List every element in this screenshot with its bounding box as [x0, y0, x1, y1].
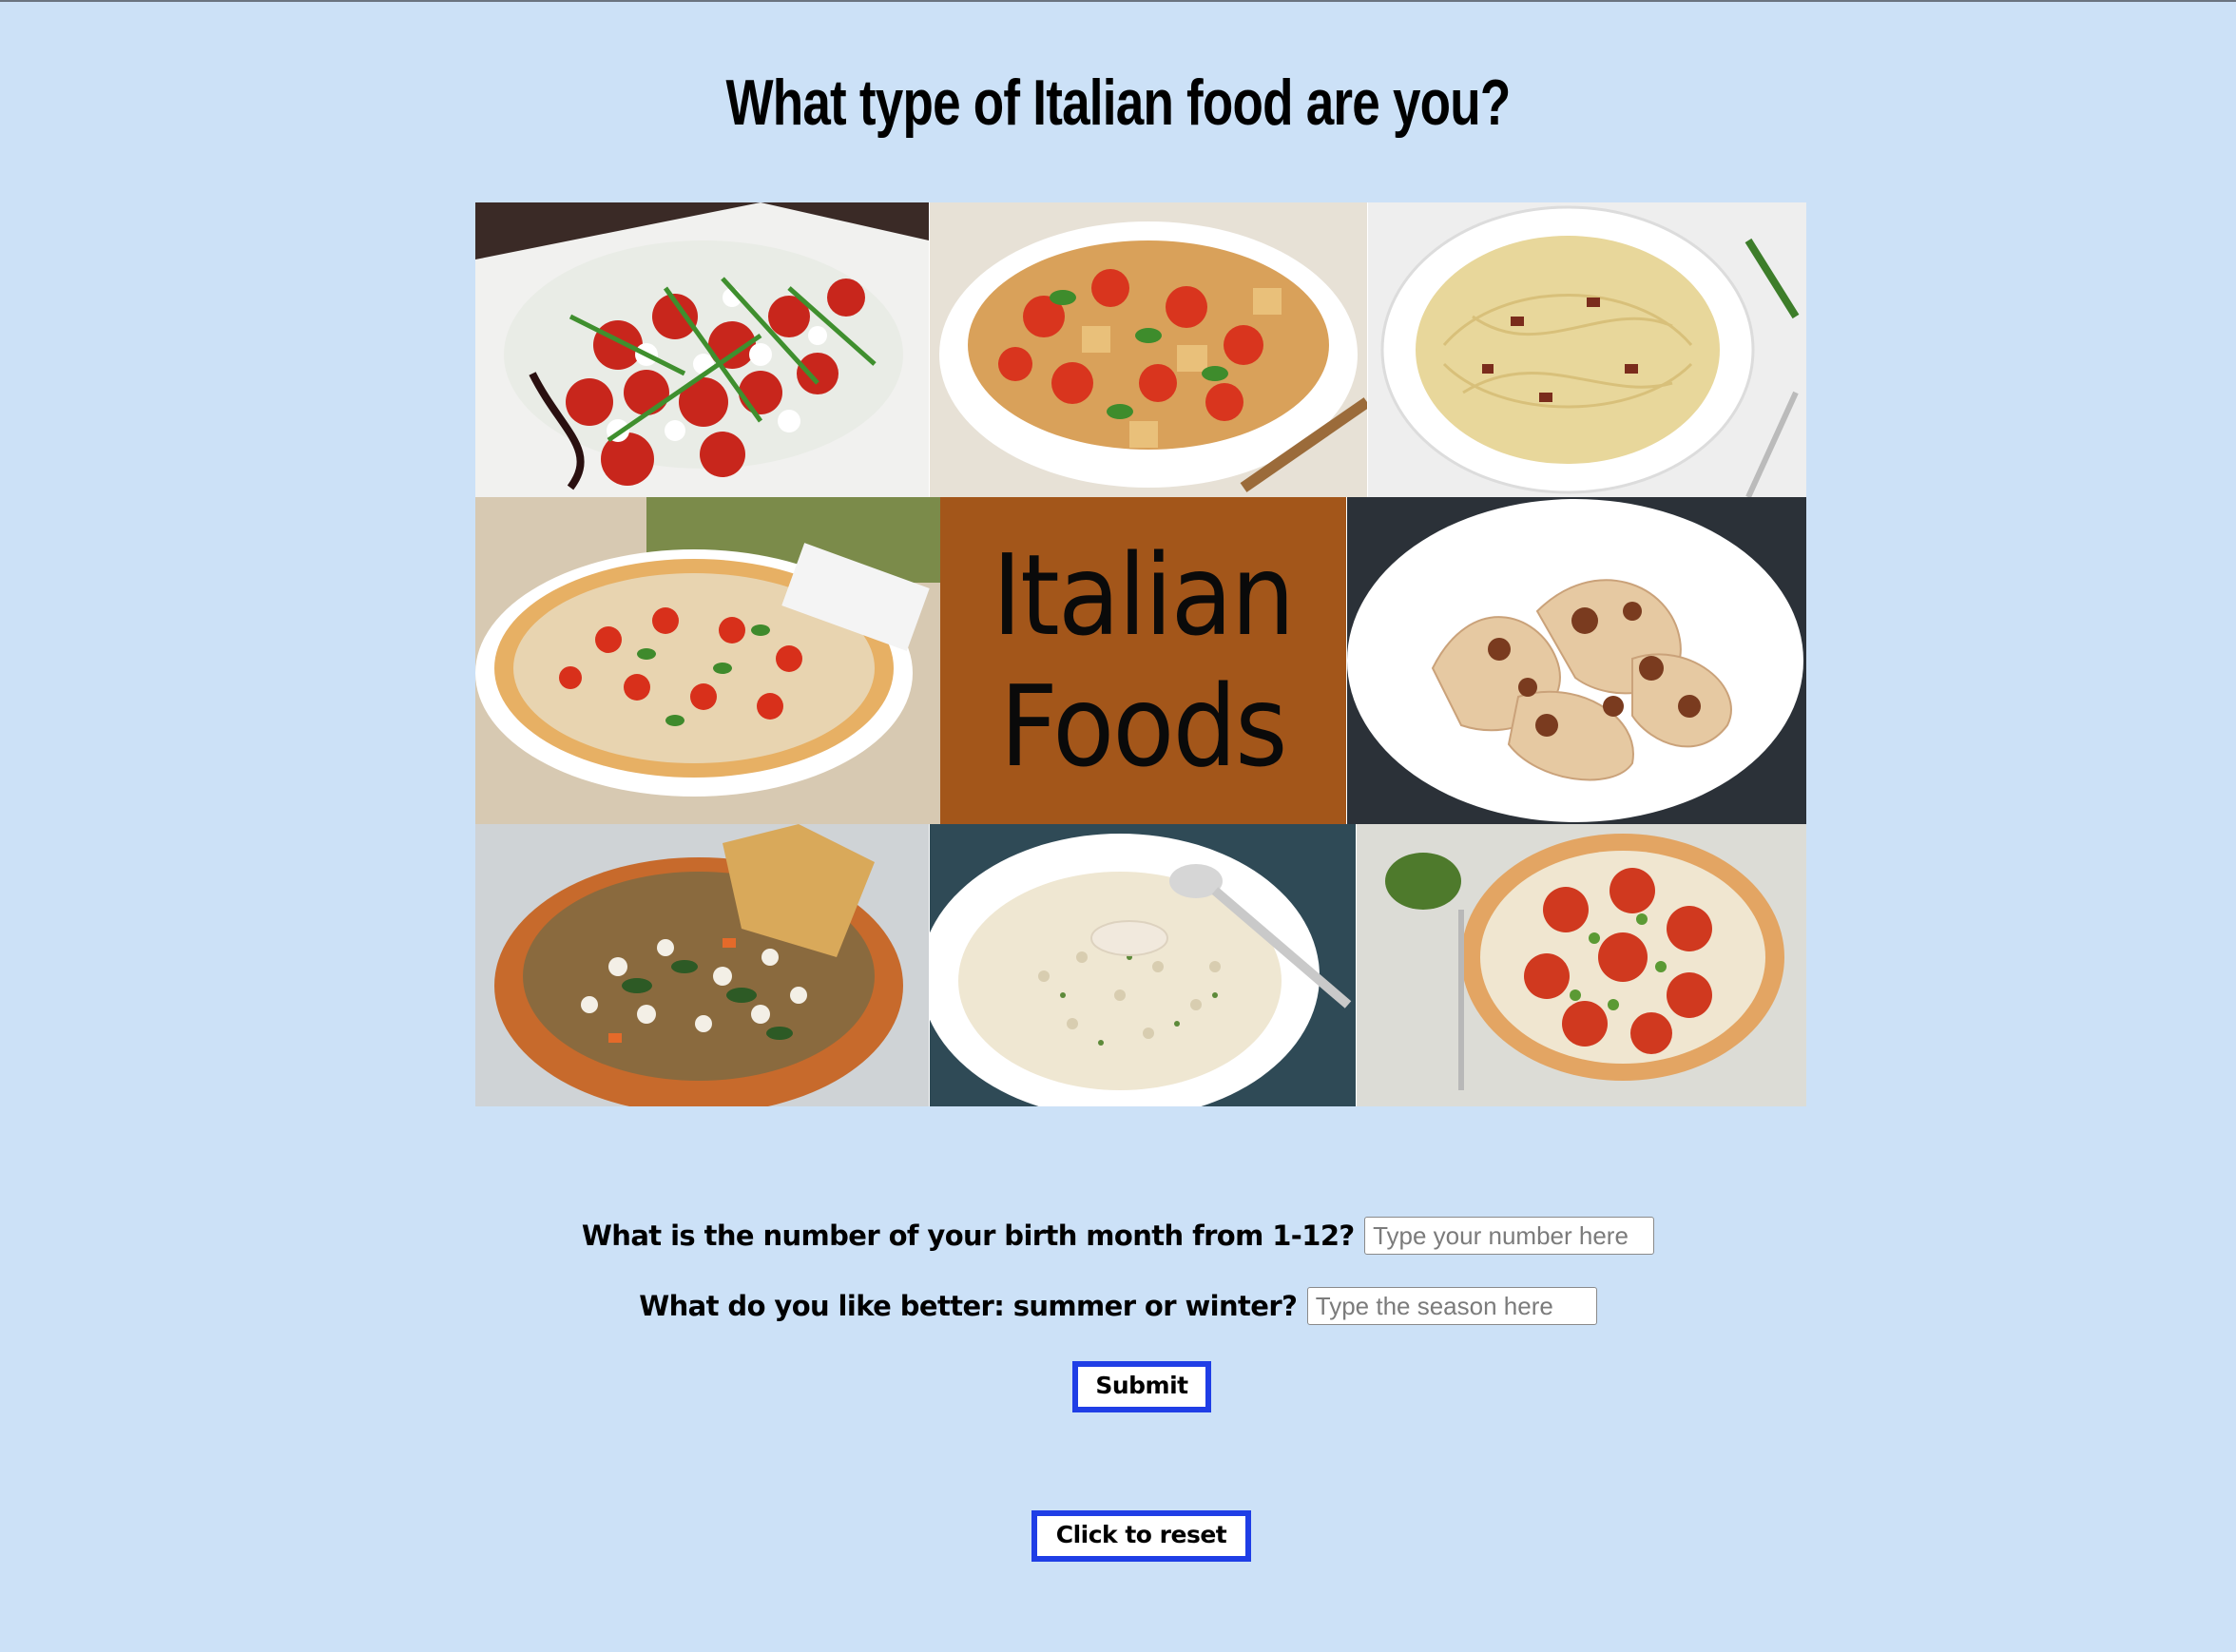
submit-button[interactable]: Submit: [1072, 1361, 1211, 1412]
italian-foods-collage: Italian Foods: [475, 202, 1806, 1106]
spaghetti-carbonara-image: [1368, 202, 1806, 497]
season-row: What do you like better: summer or winte…: [0, 1287, 2236, 1325]
page-title: What type of Italian food are you?: [725, 67, 1511, 139]
birth-month-question: What is the number of your birth month f…: [581, 1220, 1355, 1252]
ribollita-soup-image: [475, 824, 929, 1106]
birth-month-input[interactable]: [1364, 1217, 1655, 1255]
tomato-pizza-image: [1357, 824, 1806, 1106]
risotto-image: [930, 824, 1356, 1106]
pappardelle-ragu-image: [1347, 497, 1806, 824]
panzanella-salad-image: [930, 202, 1367, 497]
birth-month-row: What is the number of your birth month f…: [0, 1217, 2236, 1255]
caprese-salad-image: [475, 202, 929, 497]
season-input[interactable]: [1306, 1287, 1597, 1325]
italian-foods-title-tile: Italian Foods: [940, 497, 1346, 824]
reset-button[interactable]: Click to reset: [1031, 1510, 1251, 1562]
margherita-pizza-image: [475, 497, 940, 824]
season-question: What do you like better: summer or winte…: [639, 1290, 1298, 1322]
collage-title-line2: Foods: [1000, 661, 1288, 792]
collage-title-line1: Italian: [993, 529, 1296, 661]
